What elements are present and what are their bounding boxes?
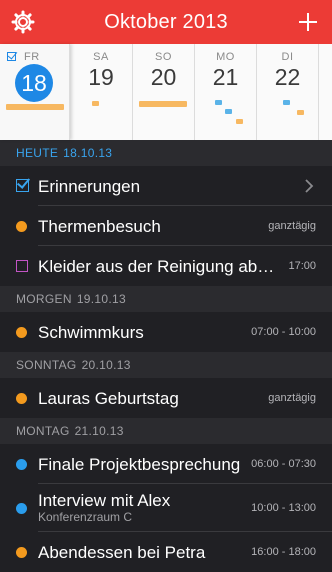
calendar-dot-icon	[16, 503, 27, 514]
day-fr-18[interactable]: FR 18	[0, 44, 70, 140]
day-name: FR	[24, 51, 40, 63]
row-title: Lauras Geburtstag	[38, 389, 179, 408]
section-header-tomorrow: MORGEN 19.10.13	[0, 286, 332, 312]
day-number: 21	[212, 64, 239, 90]
event-row[interactable]: Thermenbesuch ganztägig	[0, 206, 332, 246]
event-marker	[297, 110, 304, 115]
calendar-dot-icon	[16, 393, 27, 404]
row-time: 06:00 - 07:30	[251, 458, 316, 470]
row-time: 10:00 - 13:00	[251, 502, 316, 514]
section-header-sunday: SONNTAG 20.10.13	[0, 352, 332, 378]
day-name: SA	[93, 51, 109, 63]
today-circle: 18	[15, 64, 53, 102]
calendar-dot-icon	[16, 327, 27, 338]
day-name: DI	[281, 51, 294, 63]
day-mo-21[interactable]: MO 21	[195, 44, 257, 140]
section-header-monday: MONTAG 21.10.13	[0, 418, 332, 444]
section-header-today: HEUTE 18.10.13	[0, 140, 332, 166]
row-title: Erinnerungen	[38, 177, 141, 196]
chevron-right-icon	[305, 179, 314, 193]
day-sa-19[interactable]: SA 19	[70, 44, 133, 140]
event-marker	[236, 119, 243, 124]
row-time: 07:00 - 10:00	[251, 326, 316, 338]
section-date: 19.10.13	[76, 292, 126, 306]
section-label: MORGEN	[16, 292, 72, 306]
event-marker	[225, 109, 232, 114]
day-name: SO	[155, 51, 172, 63]
section-label: MONTAG	[16, 424, 70, 438]
section-label: HEUTE	[16, 146, 59, 160]
day-next-partial[interactable]	[319, 44, 332, 140]
task-checkbox-icon[interactable]	[16, 260, 28, 272]
plus-icon[interactable]	[296, 9, 320, 35]
gear-icon[interactable]	[10, 9, 36, 35]
event-row[interactable]: Lauras Geburtstag ganztägig	[0, 378, 332, 418]
section-date: 21.10.13	[74, 424, 124, 438]
event-marker	[283, 100, 290, 105]
week-strip: FR 18 SA 19 SO 20 MO 21 DI 22	[0, 44, 332, 140]
day-so-20[interactable]: SO 20	[133, 44, 195, 140]
day-name: MO	[216, 51, 235, 63]
row-title: Finale Projektbesprechung	[38, 455, 241, 474]
day-number: 22	[274, 64, 301, 90]
row-title: Schwimmkurs	[38, 323, 144, 342]
reminders-row[interactable]: Erinnerungen	[0, 166, 332, 206]
day-number: 20	[150, 64, 177, 90]
day-di-22[interactable]: DI 22	[257, 44, 319, 140]
section-date: 18.10.13	[63, 146, 113, 160]
top-bar: Oktober 2013	[0, 0, 332, 44]
allday-bar	[6, 104, 64, 110]
event-row[interactable]: Abendessen bei Petra 16:00 - 18:00	[0, 532, 332, 572]
event-row[interactable]: Interview mit Alex Konferenzraum C 10:00…	[0, 484, 332, 532]
event-row[interactable]: Finale Projektbesprechung 06:00 - 07:30	[0, 444, 332, 484]
calendar-dot-icon	[16, 547, 27, 558]
row-time: 16:00 - 18:00	[251, 546, 316, 558]
month-title: Oktober 2013	[104, 10, 228, 33]
task-row[interactable]: Kleider aus der Reinigung abh… 17:00	[0, 246, 332, 286]
row-time: ganztägig	[268, 392, 316, 404]
row-title: Interview mit Alex	[38, 491, 171, 510]
day-number: 19	[88, 64, 114, 90]
row-title: Abendessen bei Petra	[38, 543, 206, 562]
event-marker	[215, 100, 222, 105]
calendar-dot-icon	[16, 221, 27, 232]
event-row[interactable]: Schwimmkurs 07:00 - 10:00	[0, 312, 332, 352]
checkbox-icon	[16, 179, 29, 192]
section-label: SONNTAG	[16, 358, 77, 372]
row-time: ganztägig	[268, 220, 316, 232]
row-title: Thermenbesuch	[38, 217, 161, 236]
row-time: 17:00	[288, 260, 316, 272]
calendar-dot-icon	[16, 459, 27, 470]
event-marker	[92, 101, 99, 106]
section-date: 20.10.13	[81, 358, 131, 372]
row-location: Konferenzraum C	[38, 510, 133, 524]
allday-bar	[139, 101, 187, 107]
row-title: Kleider aus der Reinigung abh…	[38, 257, 283, 276]
agenda-list: HEUTE 18.10.13 Erinnerungen Thermenbesuc…	[0, 140, 332, 572]
